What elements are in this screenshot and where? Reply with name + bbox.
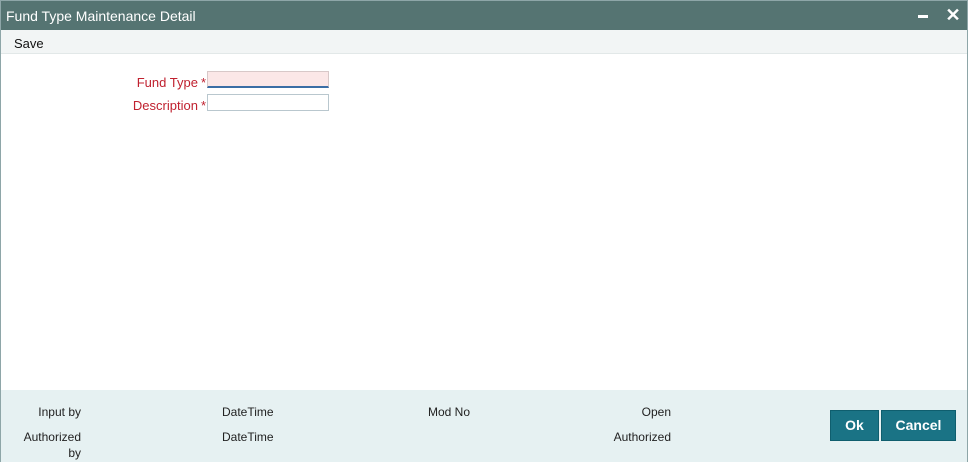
save-button[interactable]: Save [14, 36, 44, 51]
authorized-by-label-line2: by [68, 446, 81, 460]
fund-type-label: Fund Type * [137, 75, 206, 90]
close-button[interactable]: ✕ [943, 5, 963, 25]
fund-type-required-mark: * [200, 75, 206, 90]
datetime-label-authorized: DateTime [222, 430, 274, 444]
description-required-mark: * [200, 98, 206, 113]
audit-footer: Input by DateTime Mod No Open Authorized… [1, 390, 967, 462]
ok-button[interactable]: Ok [830, 410, 879, 441]
close-icon: ✕ [945, 5, 961, 25]
toolbar: Save [1, 30, 967, 54]
minimize-button[interactable] [913, 5, 933, 25]
description-label: Description * [133, 98, 206, 113]
fund-type-input[interactable] [207, 71, 329, 88]
window-title: Fund Type Maintenance Detail [6, 8, 196, 24]
fund-type-label-text: Fund Type [136, 75, 198, 90]
datetime-label-input: DateTime [222, 405, 274, 419]
description-input[interactable] [207, 94, 329, 111]
cancel-button[interactable]: Cancel [881, 410, 956, 441]
open-status-label: Open [641, 405, 671, 419]
authorized-by-label-line1: Authorized [23, 430, 81, 444]
description-label-text: Description [132, 98, 198, 113]
input-by-label: Input by [38, 405, 81, 419]
title-bar: Fund Type Maintenance Detail ✕ [1, 1, 967, 30]
fund-type-row: Fund Type * [1, 75, 206, 95]
mod-no-label: Mod No [428, 405, 471, 419]
minimize-icon [918, 15, 928, 18]
fund-type-maintenance-window: Fund Type Maintenance Detail ✕ Save Fund… [0, 0, 968, 462]
authorized-status-label: Authorized [613, 430, 671, 444]
description-row: Description * [1, 98, 206, 118]
